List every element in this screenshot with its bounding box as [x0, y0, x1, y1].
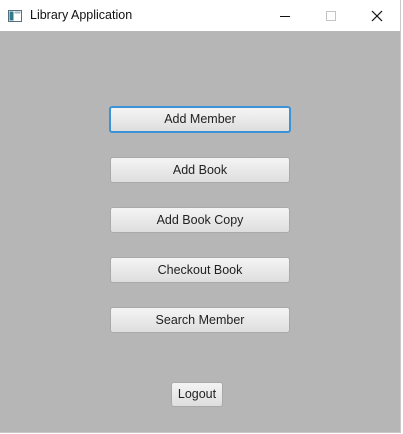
app-window-icon: [8, 9, 22, 22]
title-bar[interactable]: Library Application: [0, 0, 400, 31]
close-icon: [371, 10, 383, 22]
add-member-button[interactable]: Add Member: [109, 106, 291, 133]
maximize-icon: [326, 11, 336, 21]
checkout-book-button[interactable]: Checkout Book: [110, 257, 290, 283]
minimize-icon: [280, 16, 290, 17]
logout-button[interactable]: Logout: [171, 382, 223, 407]
app-window: Library Application Add Member Add Book …: [0, 0, 401, 433]
minimize-button[interactable]: [262, 0, 308, 31]
maximize-button[interactable]: [308, 0, 354, 31]
search-member-button[interactable]: Search Member: [110, 307, 290, 333]
add-book-copy-button[interactable]: Add Book Copy: [110, 207, 290, 233]
add-book-button[interactable]: Add Book: [110, 157, 290, 183]
window-title: Library Application: [30, 8, 133, 22]
close-button[interactable]: [354, 0, 400, 31]
main-menu-panel: Add Member Add Book Add Book Copy Checko…: [0, 31, 400, 432]
